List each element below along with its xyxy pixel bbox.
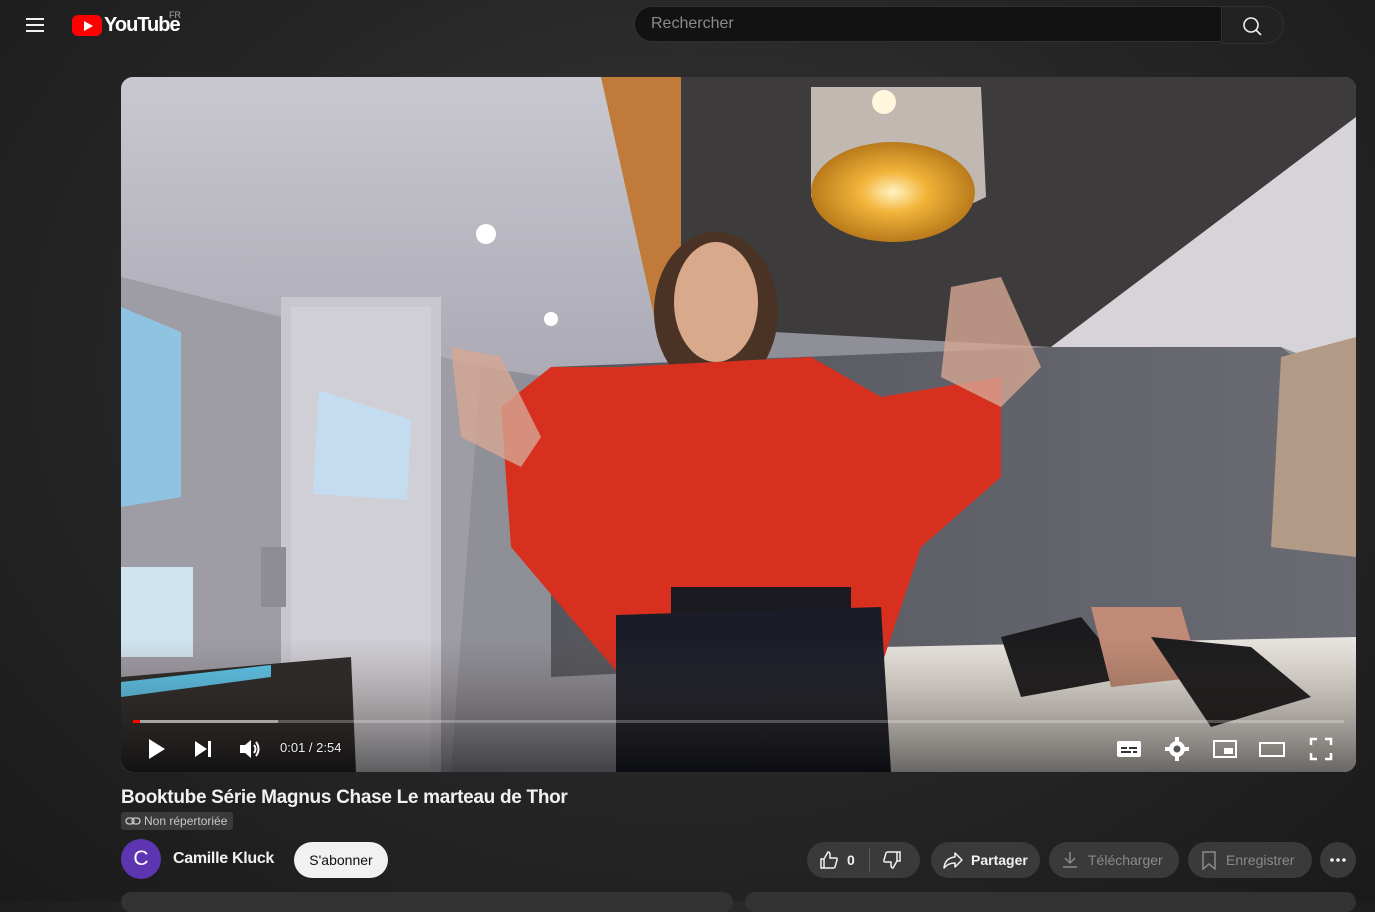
visibility-label: Non répertoriée [144, 814, 228, 828]
search-input[interactable] [634, 6, 1222, 42]
video-player[interactable]: 0:01 / 2:54 [121, 77, 1356, 772]
avatar-letter: C [133, 847, 149, 870]
video-title: Booktube Série Magnus Chase Le marteau d… [121, 787, 568, 808]
progress-buffered [133, 720, 279, 723]
video-frame [121, 77, 1356, 772]
masthead: YouTube FR [0, 0, 1375, 50]
subtitles-icon[interactable] [1116, 738, 1142, 760]
like-count: 0 [847, 852, 855, 868]
youtube-logo[interactable]: YouTube [72, 14, 181, 36]
progress-bar[interactable] [133, 720, 1344, 723]
link-icon [125, 817, 141, 825]
time-display: 0:01 / 2:54 [280, 740, 342, 755]
miniplayer-icon[interactable] [1212, 738, 1238, 760]
channel-name[interactable]: Camille Kluck [173, 850, 274, 868]
avatar[interactable]: C [121, 839, 161, 879]
more-actions-button[interactable] [1320, 842, 1356, 878]
search-button[interactable] [1222, 6, 1284, 44]
menu-icon[interactable] [22, 11, 50, 39]
fullscreen-icon[interactable] [1309, 737, 1333, 761]
save-button[interactable]: Enregistrer [1188, 842, 1312, 878]
description-card [121, 892, 733, 912]
progress-played [133, 720, 141, 723]
country-code: FR [169, 10, 181, 20]
share-label: Partager [971, 852, 1028, 868]
dislike-button[interactable] [870, 850, 902, 870]
next-icon[interactable] [192, 738, 214, 760]
theater-icon[interactable] [1259, 738, 1285, 760]
share-button[interactable]: Partager [931, 842, 1040, 878]
side-card [745, 892, 1356, 912]
like-icon [820, 851, 838, 869]
volume-icon[interactable] [238, 738, 262, 760]
dislike-icon [882, 851, 901, 869]
share-icon [943, 852, 963, 869]
bookmark-icon [1202, 850, 1216, 870]
youtube-logo-icon [72, 14, 102, 36]
settings-icon[interactable] [1165, 737, 1189, 761]
download-icon [1063, 852, 1077, 868]
subscribe-button[interactable]: S'abonner [294, 842, 388, 878]
play-icon[interactable] [145, 737, 169, 761]
download-label: Télécharger [1088, 852, 1163, 868]
search-icon [1243, 17, 1262, 36]
like-button[interactable]: 0 [807, 850, 855, 870]
like-dislike-group: 0 [807, 842, 920, 878]
more-icon [1330, 858, 1346, 862]
search-bar [634, 6, 1284, 44]
save-label: Enregistrer [1226, 852, 1295, 868]
visibility-badge: Non répertoriée [121, 812, 234, 830]
download-button[interactable]: Télécharger [1049, 842, 1179, 878]
